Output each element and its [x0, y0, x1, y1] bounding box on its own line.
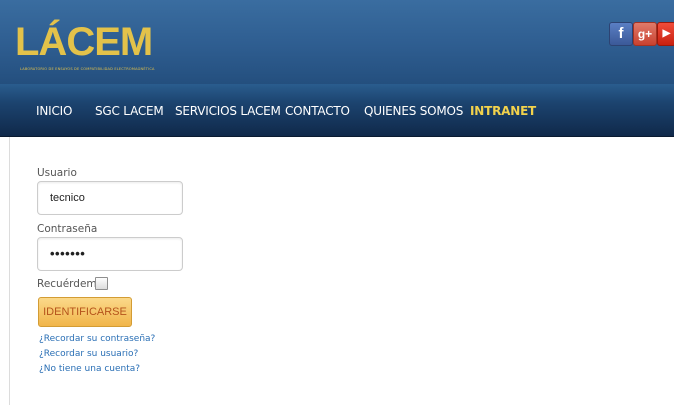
nav-item-intranet[interactable]: INTRANET — [470, 104, 536, 118]
nav-item-contacto[interactable]: CONTACTO — [285, 104, 350, 118]
login-button[interactable]: IDENTIFICARSE — [38, 297, 132, 327]
password-field[interactable]: ••••••• — [37, 237, 183, 271]
remember-label: Recuérdeme — [37, 278, 104, 290]
site-header: LÁCEM LABORATORIO DE ENSAYOS DE COMPATIB… — [0, 0, 674, 84]
logo-subtitle: LABORATORIO DE ENSAYOS DE COMPATIBILIDAD… — [20, 67, 155, 71]
main-nav: INICIO SGC LACEM SERVICIOS LACEM CONTACT… — [0, 84, 674, 137]
login-form: Usuario tecnico Contraseña ••••••• Recué… — [9, 137, 674, 405]
remember-checkbox[interactable] — [95, 277, 108, 290]
register-link[interactable]: ¿No tiene una cuenta? — [39, 364, 140, 374]
facebook-icon[interactable]: f — [609, 22, 633, 46]
username-field[interactable]: tecnico — [37, 181, 183, 215]
googleplus-icon[interactable]: g+ — [633, 22, 657, 46]
forgot-password-link[interactable]: ¿Recordar su contraseña? — [39, 334, 155, 344]
nav-item-servicios-lacem[interactable]: SERVICIOS LACEM — [175, 104, 281, 118]
forgot-username-link[interactable]: ¿Recordar su usuario? — [39, 349, 138, 359]
nav-item-inicio[interactable]: INICIO — [36, 104, 72, 118]
nav-item-quienes-somos[interactable]: QUIENES SOMOS — [364, 104, 463, 118]
site-logo[interactable]: LÁCEM — [15, 18, 153, 66]
password-label: Contraseña — [37, 223, 98, 235]
username-label: Usuario — [37, 167, 77, 179]
nav-item-sgc-lacem[interactable]: SGC LACEM — [95, 104, 164, 118]
youtube-icon[interactable]: ▶ — [657, 22, 674, 46]
